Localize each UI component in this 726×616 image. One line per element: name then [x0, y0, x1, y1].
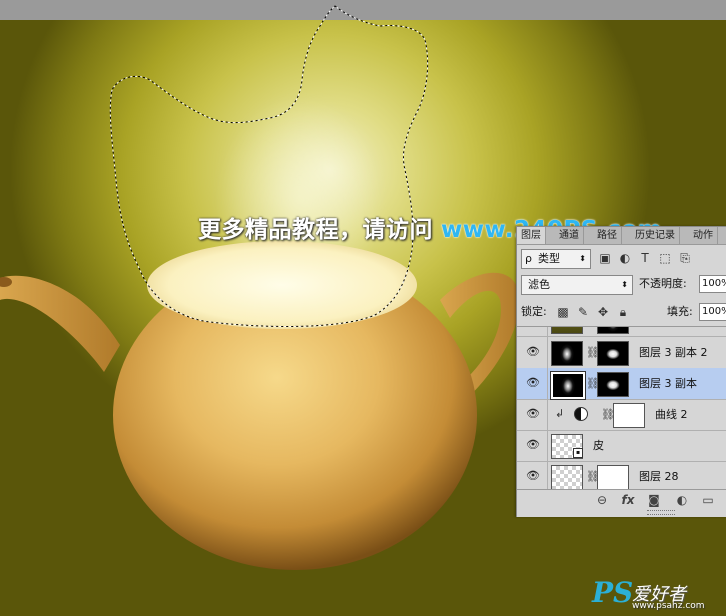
layer-row[interactable] — [517, 327, 726, 337]
layer-row-selected[interactable]: 👁︎ ⛓ 图层 3 副本 — [517, 368, 726, 400]
layers-panel-footer: ⊖ fx ◙ ◐ ▭ — [517, 489, 726, 510]
layer-mask-thumbnail — [613, 403, 645, 428]
visibility-column: 👁︎ — [517, 399, 548, 430]
lock-all-icon[interactable]: 🔒︎ — [615, 303, 631, 321]
visibility-column — [517, 327, 548, 336]
teapot-rim — [147, 241, 417, 329]
layer-row[interactable]: 👁︎ ↲ ⛓ 曲线 2 — [517, 399, 726, 431]
tab-history[interactable]: 历史记录 — [631, 227, 680, 244]
layers-panel: 图层 通道 路径 历史记录 动作 ρ 类型 ⬍ ▣ ◐ T ⬚ ⎘ 滤色 ⬍ 不… — [516, 226, 726, 517]
fx-icon[interactable]: fx — [619, 492, 637, 508]
smart-object-filter-icon[interactable]: ⎘ — [677, 250, 693, 266]
tab-channels[interactable]: 通道 — [555, 227, 584, 244]
lock-position-icon[interactable]: ✥ — [595, 303, 611, 321]
add-mask-icon[interactable]: ◙ — [645, 492, 663, 508]
opacity-label: 不透明度: — [639, 277, 687, 290]
lock-transparency-icon[interactable]: ▩ — [555, 303, 571, 321]
curves-adjustment-icon — [574, 407, 588, 421]
eye-icon[interactable]: 👁︎ — [526, 407, 540, 421]
link-layers-icon[interactable]: ⊖ — [593, 492, 611, 508]
layer-name: 图层 28 — [639, 470, 679, 483]
layer-row[interactable]: 👁︎ ⛓ 图层 28 — [517, 461, 726, 489]
eye-icon[interactable]: 👁︎ — [526, 345, 540, 359]
site-logo: PS 爱好者 www.psahz.com — [592, 576, 722, 612]
blend-mode-select[interactable]: 滤色 ⬍ — [521, 275, 633, 295]
lock-row: 锁定: ▩ ✎ ✥ 🔒︎ 填充: 100% — [521, 303, 726, 323]
teapot-spout — [0, 275, 120, 372]
eye-icon[interactable]: 👁︎ — [526, 469, 540, 483]
panel-resize-grip[interactable] — [647, 510, 675, 515]
shape-filter-icon[interactable]: ⬚ — [657, 250, 673, 266]
layer-name: 图层 3 副本 2 — [639, 346, 708, 359]
layer-thumbnail — [551, 465, 583, 489]
search-icon: ρ — [525, 252, 532, 265]
new-adjustment-icon[interactable]: ◐ — [673, 492, 691, 508]
folder-icon[interactable]: ▭ — [699, 492, 717, 508]
eye-icon[interactable]: 👁︎ — [526, 438, 540, 452]
visibility-column: 👁︎ — [517, 368, 548, 399]
layer-mask-thumbnail — [597, 341, 629, 366]
layer-row[interactable]: 👁︎ ⛓ 图层 3 副本 2 — [517, 337, 726, 369]
clipping-arrow-icon: ↲ — [555, 407, 565, 420]
layer-name: 曲线 2 — [655, 408, 688, 421]
pixel-filter-icon[interactable]: ▣ — [597, 250, 613, 266]
layer-mask-thumbnail — [597, 372, 629, 397]
kind-filter-select[interactable]: ρ 类型 ⬍ — [521, 249, 591, 269]
eye-icon[interactable]: 👁︎ — [526, 376, 540, 390]
watermark-text: 更多精品教程，请访问 — [198, 217, 433, 243]
layer-mask-thumbnail — [597, 465, 629, 489]
type-filter-icon[interactable]: T — [637, 250, 653, 266]
visibility-column: 👁︎ — [517, 337, 548, 368]
layer-thumbnail — [551, 341, 583, 366]
opacity-field[interactable]: 100% — [699, 275, 726, 293]
lock-pixels-icon[interactable]: ✎ — [575, 303, 591, 321]
layer-list: 👁︎ ⛓ 图层 3 副本 2 👁︎ ⛓ 图层 3 副本 👁︎ ↲ ⛓ 曲线 2 … — [517, 326, 726, 489]
visibility-column: 👁︎ — [517, 461, 548, 489]
panel-tab-bar: 图层 通道 路径 历史记录 动作 — [517, 227, 726, 245]
layer-thumbnail — [551, 372, 585, 399]
layer-name: 图层 3 副本 — [639, 377, 697, 390]
visibility-column: 👁︎ — [517, 430, 548, 461]
blend-row: 滤色 ⬍ 不透明度: 100% — [521, 275, 726, 295]
smart-object-badge-icon: ▪ — [573, 448, 583, 458]
filter-row: ρ 类型 ⬍ ▣ ◐ T ⬚ ⎘ — [521, 249, 725, 269]
layer-thumbnail — [551, 327, 583, 334]
logo-ps-text: PS — [592, 576, 634, 609]
layer-row[interactable]: 👁︎ ▪ 皮 — [517, 430, 726, 462]
fill-label: 填充: — [667, 305, 693, 318]
adjustment-filter-icon[interactable]: ◐ — [617, 250, 633, 266]
blend-mode-label: 滤色 — [528, 278, 550, 291]
tab-actions[interactable]: 动作 — [689, 227, 718, 244]
layer-name: 皮 — [593, 439, 604, 452]
chevron-updown-icon: ⬍ — [621, 280, 628, 289]
layer-mask-thumbnail — [597, 327, 629, 334]
lock-label: 锁定: — [521, 305, 547, 318]
kind-filter-label: 类型 — [538, 252, 560, 265]
fill-field[interactable]: 100% — [699, 303, 726, 321]
tab-layers[interactable]: 图层 — [517, 227, 546, 244]
chevron-updown-icon: ⬍ — [579, 254, 586, 263]
tab-paths[interactable]: 路径 — [593, 227, 622, 244]
logo-url-text: www.psahz.com — [632, 601, 705, 611]
